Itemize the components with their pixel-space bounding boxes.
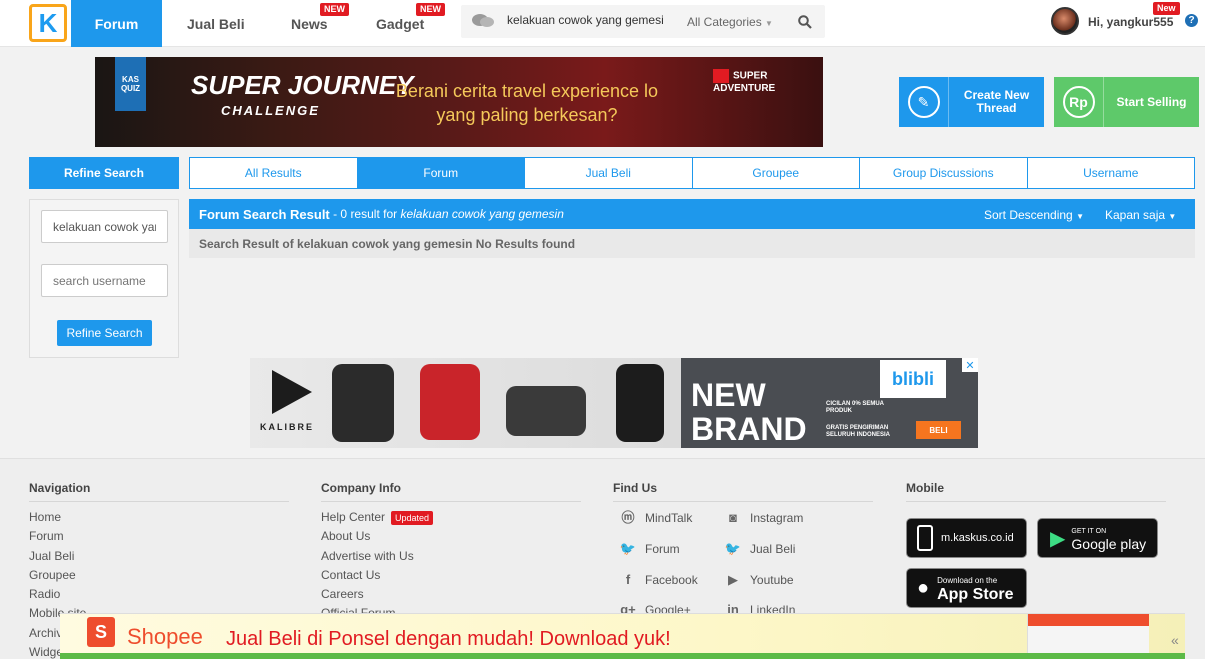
tab-username[interactable]: Username bbox=[1026, 158, 1195, 188]
footer-link[interactable]: Contact Us bbox=[321, 568, 581, 587]
ad-product-image: KALIBRE bbox=[250, 358, 681, 448]
footer-link[interactable]: Forum bbox=[29, 529, 289, 548]
ad-headline: NEW BRAND bbox=[691, 377, 807, 447]
tab-group-discussions[interactable]: Group Discussions bbox=[859, 158, 1027, 188]
collapse-icon[interactable]: « bbox=[1171, 632, 1179, 648]
footer-mobile: Mobile bbox=[906, 481, 1166, 510]
shopee-banner[interactable]: S Shopee Jual Beli di Ponsel dengan muda… bbox=[60, 613, 1185, 659]
keyword-field[interactable] bbox=[41, 210, 168, 243]
phone-icon bbox=[917, 525, 933, 551]
instagram-icon: ◙ bbox=[729, 510, 737, 525]
shopee-bag-icon: S bbox=[87, 617, 115, 647]
footer-link[interactable]: About Us bbox=[321, 529, 581, 548]
beli-button[interactable]: BELI bbox=[916, 421, 961, 439]
search-input[interactable] bbox=[507, 13, 663, 27]
banner-text: Berani cerita travel experience lo yang … bbox=[395, 81, 659, 125]
gadget-new-badge: NEW bbox=[416, 3, 445, 16]
kasquiz-badge: KAS QUIZ bbox=[115, 57, 146, 111]
footer-link[interactable]: Home bbox=[29, 510, 289, 529]
user-new-badge: New bbox=[1153, 2, 1180, 15]
help-icon[interactable]: ? bbox=[1185, 14, 1198, 27]
blibli-logo: blibli bbox=[880, 360, 946, 398]
mindtalk-icon: ⓜ bbox=[621, 510, 635, 525]
app-store-button[interactable]: ● Download on the App Store bbox=[906, 568, 1027, 608]
facebook-link[interactable]: f Facebook bbox=[619, 571, 698, 589]
footer-link[interactable]: Help Center Updated bbox=[321, 510, 581, 529]
tab-forum[interactable]: Forum bbox=[356, 158, 524, 188]
twitter-forum-link[interactable]: 🐦 Forum bbox=[619, 540, 680, 558]
nav-jual-beli[interactable]: Jual Beli bbox=[187, 0, 245, 47]
no-results-message: Search Result of kelakuan cowok yang gem… bbox=[189, 229, 1195, 258]
twitter-jualbeli-link[interactable]: 🐦 Jual Beli bbox=[724, 540, 795, 558]
time-dropdown[interactable]: Kapan saja ▼ bbox=[1105, 208, 1176, 222]
mobile-site-button[interactable]: m.kaskus.co.id bbox=[906, 518, 1027, 558]
kalibre-text: KALIBRE bbox=[260, 422, 314, 432]
results-count: - 0 result for bbox=[329, 207, 401, 221]
youtube-link[interactable]: ▶ Youtube bbox=[724, 571, 794, 589]
refine-search-header: Refine Search bbox=[29, 157, 179, 189]
shopee-name: Shopee bbox=[127, 624, 203, 649]
create-thread-button[interactable]: ✎ Create New Thread bbox=[899, 77, 1044, 127]
tab-groupee[interactable]: Groupee bbox=[691, 158, 860, 188]
footer-link[interactable]: Radio bbox=[29, 587, 289, 606]
chat-icon bbox=[472, 14, 494, 27]
shopee-message: Jual Beli di Ponsel dengan mudah! Downlo… bbox=[226, 628, 671, 650]
results-query: kelakuan cowok yang gemesin bbox=[400, 207, 564, 221]
footer-find-us: Find Us bbox=[613, 481, 873, 510]
top-navbar: K Forum Jual Beli News NEW Gadget NEW Al… bbox=[0, 0, 1205, 47]
ad-promo-1: CICILAN 0% SEMUA PRODUK bbox=[826, 401, 884, 414]
pencil-icon: ✎ bbox=[899, 77, 949, 127]
shopee-green-strip bbox=[60, 653, 1185, 659]
refine-search-button[interactable]: Refine Search bbox=[57, 320, 152, 346]
news-new-badge: NEW bbox=[320, 3, 349, 16]
nav-forum[interactable]: Forum bbox=[71, 0, 162, 47]
updated-badge: Updated bbox=[391, 511, 434, 525]
banner-ad[interactable]: KAS QUIZ SUPER JOURNEY CHALLENGE Berani … bbox=[95, 57, 823, 147]
user-greeting[interactable]: Hi, yangkur555 bbox=[1088, 15, 1173, 29]
twitter-icon: 🐦 bbox=[619, 541, 637, 556]
start-selling-button[interactable]: Rp Start Selling bbox=[1054, 77, 1199, 127]
footer-link[interactable]: Jual Beli bbox=[29, 549, 289, 568]
ad-brand-panel: NEW BRAND blibli CICILAN 0% SEMUA PRODUK… bbox=[681, 358, 978, 448]
search-bar: All Categories ▼ bbox=[461, 5, 825, 38]
apple-icon: ● bbox=[917, 576, 930, 599]
tab-all-results[interactable]: All Results bbox=[190, 158, 357, 188]
mindtalk-link[interactable]: ⓜ MindTalk bbox=[619, 509, 692, 527]
ad-close-icon[interactable]: ✕ bbox=[962, 358, 978, 372]
google-play-button[interactable]: ▶ GET IT ON Google play bbox=[1037, 518, 1158, 558]
category-select[interactable]: All Categories ▼ bbox=[687, 15, 773, 29]
results-title: Forum Search Result bbox=[199, 206, 330, 222]
kalibre-logo bbox=[272, 370, 312, 414]
ad-promo-2: GRATIS PENGIRIMAN SELURUH INDONESIA bbox=[826, 425, 891, 438]
username-field[interactable] bbox=[41, 264, 168, 297]
results-header: Forum Search Result - 0 result for kelak… bbox=[189, 199, 1195, 229]
kaskus-logo[interactable]: K bbox=[29, 4, 67, 42]
twitter-icon: 🐦 bbox=[724, 541, 742, 556]
blibli-ad[interactable]: KALIBRE NEW BRAND blibli CICILAN 0% SEMU… bbox=[250, 358, 978, 448]
footer-link[interactable]: Careers bbox=[321, 587, 581, 606]
google-play-icon: ▶ bbox=[1050, 527, 1066, 550]
footer-link[interactable]: Groupee bbox=[29, 568, 289, 587]
tab-jual-beli[interactable]: Jual Beli bbox=[524, 158, 692, 188]
facebook-icon: f bbox=[625, 572, 631, 587]
user-avatar[interactable] bbox=[1051, 7, 1079, 35]
result-tabs: All Results Forum Jual Beli Groupee Grou… bbox=[189, 157, 1195, 189]
youtube-icon: ▶ bbox=[728, 572, 738, 587]
banner-subtitle: CHALLENGE bbox=[221, 103, 320, 118]
footer-link[interactable]: Advertise with Us bbox=[321, 549, 581, 568]
rupiah-icon: Rp bbox=[1054, 77, 1104, 127]
refine-search-panel: Refine Search bbox=[29, 199, 179, 358]
sort-dropdown[interactable]: Sort Descending ▼ bbox=[984, 208, 1084, 222]
footer-company: Company Info Help Center Updated About Us… bbox=[321, 481, 581, 626]
search-icon[interactable] bbox=[798, 15, 812, 29]
instagram-link[interactable]: ◙ Instagram bbox=[724, 509, 803, 527]
super-adventure-logo: SUPER ADVENTURE bbox=[713, 69, 776, 94]
